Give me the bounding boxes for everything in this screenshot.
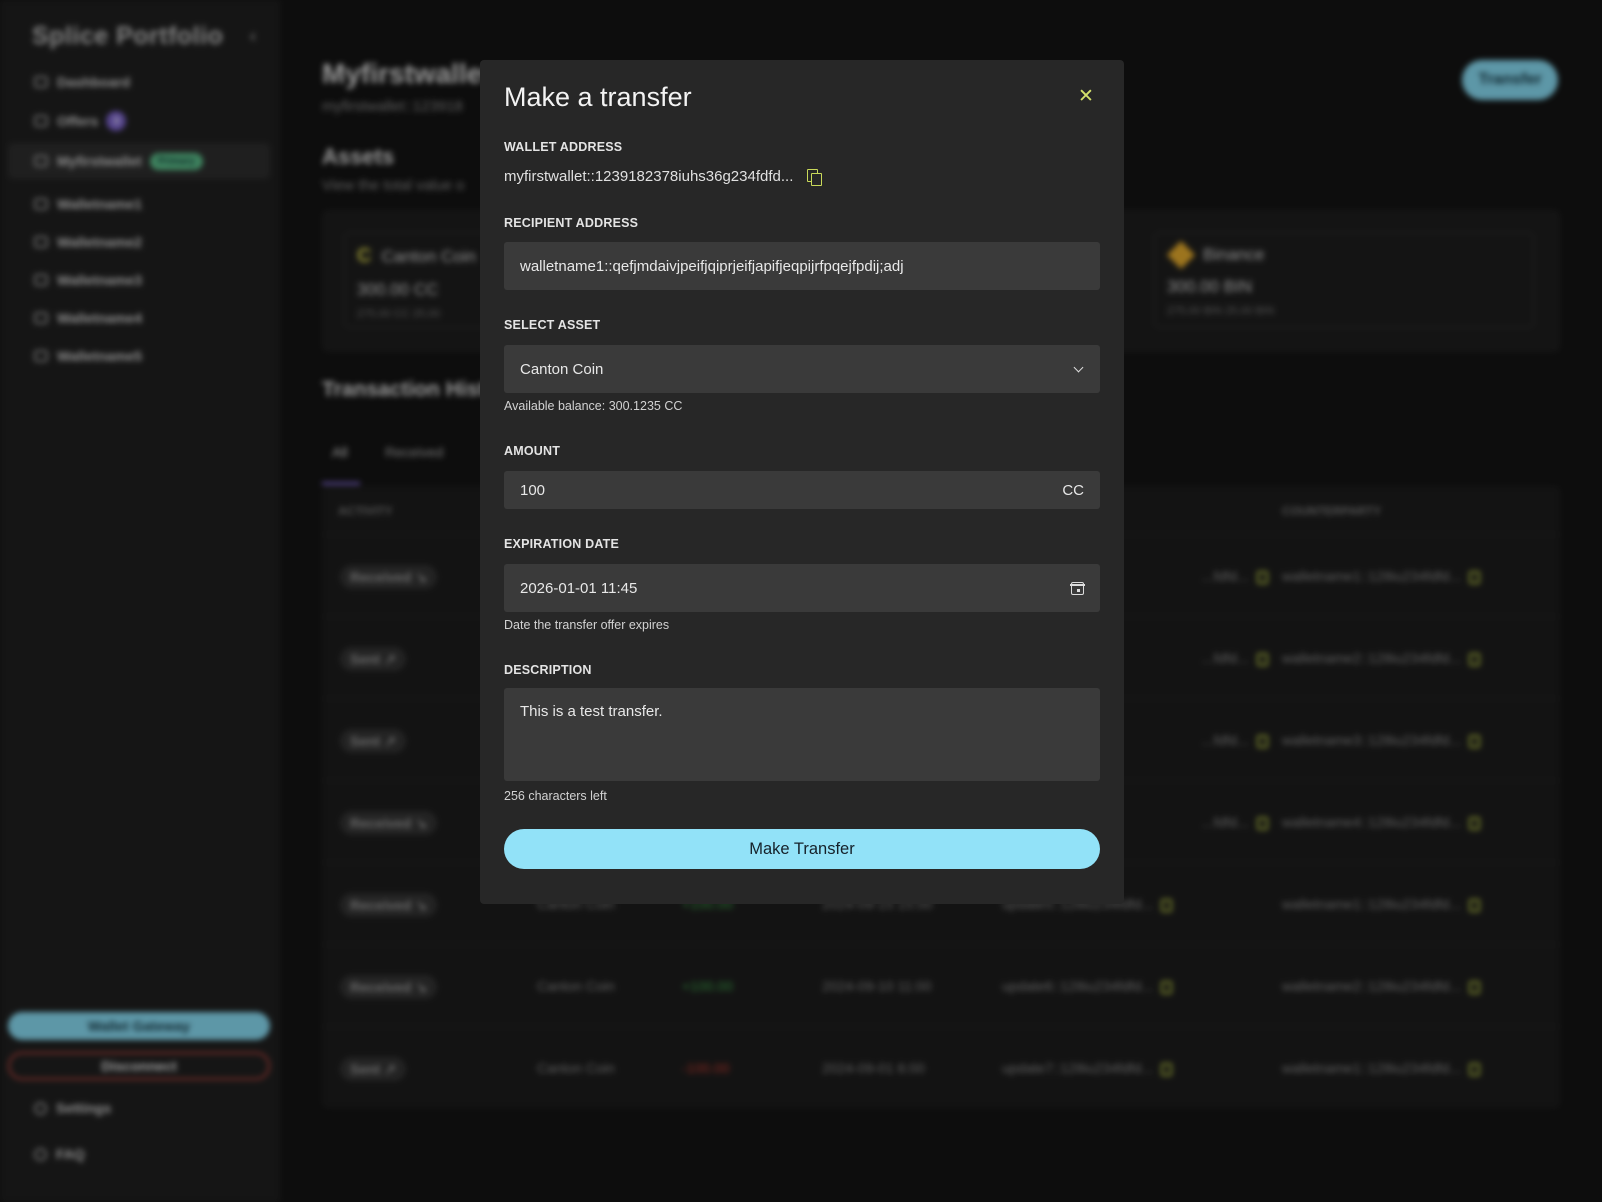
description-textarea[interactable]: This is a test transfer. [504, 688, 1100, 781]
amount-input[interactable]: 100 CC [504, 471, 1100, 509]
wallet-address-value: myfirstwallet::1239182378iuhs36g234fdfd.… [504, 168, 794, 185]
expiration-date-input[interactable]: 2026-01-01 11:45 [504, 564, 1100, 612]
make-transfer-button[interactable]: Make Transfer [504, 829, 1100, 869]
description-label: DESCRIPTION [504, 663, 592, 677]
amount-unit: CC [1062, 481, 1084, 499]
chevron-down-icon [1073, 362, 1084, 372]
transfer-modal: Make a transfer ✕ WALLET ADDRESS myfirst… [480, 60, 1124, 904]
recipient-address-input[interactable]: walletname1::qefjmdaivjpeifjqiprjeifjapi… [504, 242, 1100, 290]
characters-left: 256 characters left [504, 789, 607, 803]
expiration-date-value: 2026-01-01 11:45 [520, 579, 638, 597]
modal-title: Make a transfer [504, 82, 692, 112]
wallet-address-row: myfirstwallet::1239182378iuhs36g234fdfd.… [504, 168, 823, 186]
wallet-address-label: WALLET ADDRESS [504, 140, 623, 154]
amount-label: AMOUNT [504, 444, 561, 458]
recipient-address-value: walletname1::qefjmdaivjpeifjqiprjeifjapi… [520, 257, 904, 275]
copy-icon[interactable] [807, 168, 823, 186]
close-icon[interactable]: ✕ [1078, 87, 1094, 107]
expiration-date-label: EXPIRATION DATE [504, 537, 620, 551]
asset-select[interactable]: Canton Coin [504, 345, 1100, 393]
amount-value: 100 [520, 481, 546, 499]
available-balance: Available balance: 300.1235 CC [504, 399, 683, 413]
asset-select-value: Canton Coin [520, 360, 604, 378]
recipient-address-label: RECIPIENT ADDRESS [504, 216, 639, 230]
select-asset-label: SELECT ASSET [504, 318, 601, 332]
expiration-help: Date the transfer offer expires [504, 618, 670, 632]
calendar-icon[interactable] [1070, 581, 1085, 595]
description-value: This is a test transfer. [520, 703, 663, 720]
